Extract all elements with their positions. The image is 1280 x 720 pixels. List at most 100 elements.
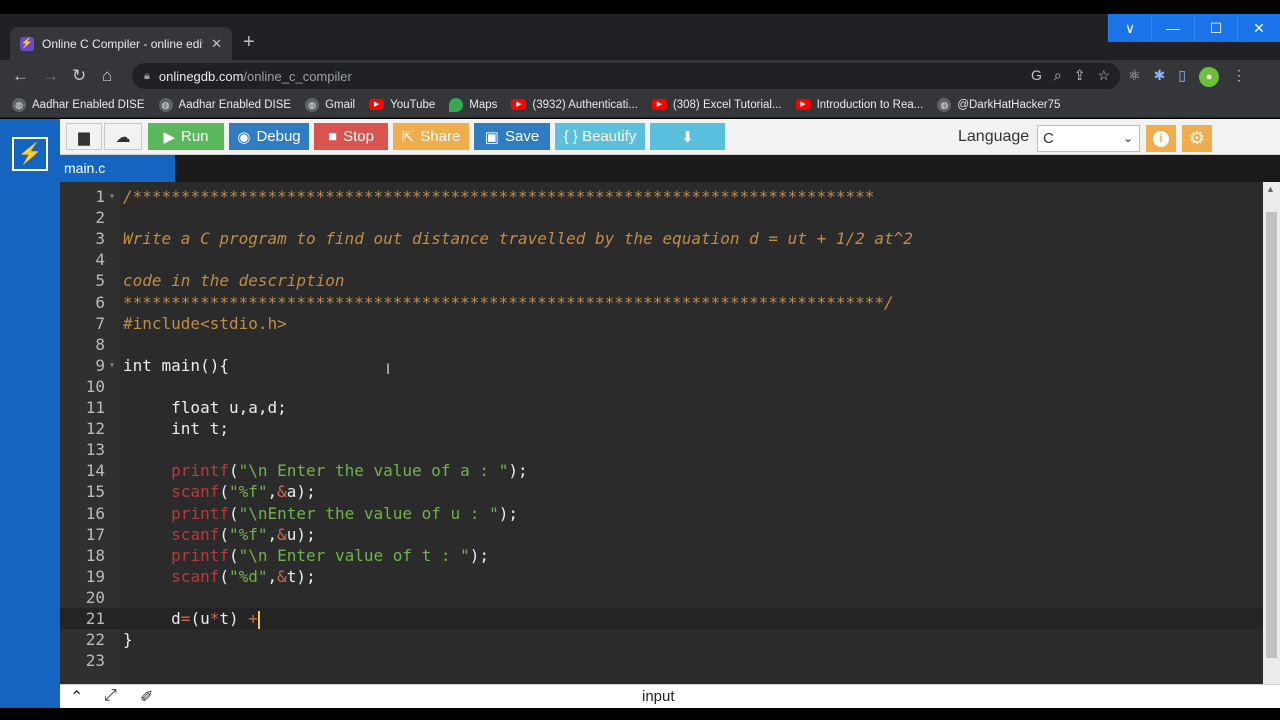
code-line[interactable]: 20 xyxy=(60,587,1263,608)
bookmark-item[interactable]: Maps xyxy=(449,97,497,112)
onlinegdb-app: ⚡ ▆ ☁ ▶ Run ◉ Debug ■ Stop ⇱ Share ▣ Sav… xyxy=(0,119,1280,720)
code-line[interactable]: 1 ▾ /*************************************… xyxy=(60,186,1263,207)
youtube-icon: ▶ xyxy=(651,99,667,110)
settings-button[interactable]: ⚙ xyxy=(1182,125,1212,152)
code-line[interactable]: 18 printf("\n Enter value of t : "); xyxy=(60,545,1263,566)
code-line[interactable]: 17 scanf("%f",&u); xyxy=(60,524,1263,545)
code-line[interactable]: 3 Write a C program to find out distance … xyxy=(60,228,1263,249)
bookmark-label: (308) Excel Tutorial... xyxy=(672,98,782,111)
download-button[interactable]: ⬇ xyxy=(650,123,725,150)
new-file-button[interactable]: ▆ xyxy=(66,123,102,150)
extensions-puzzle-icon[interactable]: ✱ xyxy=(1154,67,1166,87)
home-icon[interactable]: ⌂ xyxy=(102,66,112,86)
code-line[interactable]: 22} xyxy=(60,629,1263,650)
code-text: } xyxy=(123,630,133,650)
save-button[interactable]: ▣ Save xyxy=(474,123,550,150)
bookmark-item[interactable]: ◍ Gmail xyxy=(305,97,355,112)
close-tab-icon[interactable]: ✕ xyxy=(211,36,222,52)
code-line[interactable]: 9 ▾ int main(){ xyxy=(60,355,1263,376)
line-number: 2 xyxy=(95,208,105,228)
bookmark-label: Aadhar Enabled DISE xyxy=(178,98,292,111)
code-line[interactable]: 16 printf("\nEnter the value of u : "); xyxy=(60,503,1263,524)
code-line[interactable]: 12 int t; xyxy=(60,418,1263,439)
code-line[interactable]: 23 xyxy=(60,650,1263,671)
fold-marker-icon[interactable]: ▾ xyxy=(109,355,115,376)
google-lens-icon[interactable]: G xyxy=(1031,67,1042,84)
left-sidebar: ⚡ xyxy=(0,119,60,720)
code-line[interactable]: 21 d=(u*t) + xyxy=(60,608,1263,629)
address-bar[interactable]: 🔒︎ onlinegdb.com /online_c_compiler G ⌕ … xyxy=(132,63,1120,89)
line-number: 8 xyxy=(95,334,105,354)
bookmark-item[interactable]: ▶ YouTube xyxy=(369,99,435,111)
beautify-button[interactable]: { } Beautify xyxy=(555,123,645,150)
react-devtools-icon[interactable]: ⚛ xyxy=(1128,67,1141,87)
line-number: 16 xyxy=(85,503,105,523)
code-line[interactable]: 4 xyxy=(60,249,1263,270)
language-select[interactable]: C ⌄ xyxy=(1037,125,1140,152)
file-tab-main-c[interactable]: main.c xyxy=(60,155,175,182)
globe-icon: ◍ xyxy=(158,97,173,112)
expand-icon[interactable]: ⤢ xyxy=(104,687,117,705)
clear-console-icon[interactable]: ✐ xyxy=(140,687,153,707)
youtube-icon: ▶ xyxy=(795,99,811,110)
onlinegdb-logo-icon[interactable]: ⚡ xyxy=(12,137,48,171)
code-line[interactable]: 8 xyxy=(60,334,1263,355)
reload-icon[interactable]: ↻ xyxy=(72,66,86,86)
bookmark-label: (3932) Authenticati... xyxy=(532,98,638,111)
line-number: 22 xyxy=(85,630,105,650)
share-button[interactable]: ⇱ Share xyxy=(393,123,469,150)
code-line[interactable]: 7 #include<stdio.h> xyxy=(60,313,1263,334)
minimize-button[interactable]: — xyxy=(1151,14,1194,42)
zoom-icon[interactable]: ⌕ xyxy=(1054,67,1062,84)
file-tabs: main.c xyxy=(60,155,1280,182)
code-editor[interactable]: I 1 ▾/***********************************… xyxy=(60,182,1263,684)
close-window-button[interactable]: ✕ xyxy=(1237,14,1280,42)
code-text: #include<stdio.h> xyxy=(123,313,287,333)
back-arrow-icon[interactable]: ← xyxy=(12,66,29,86)
bookmark-item[interactable]: ◍ Aadhar Enabled DISE xyxy=(12,97,145,112)
code-line[interactable]: 2 xyxy=(60,207,1263,228)
code-text: float u,a,d; xyxy=(123,398,287,417)
profile-avatar[interactable]: ● xyxy=(1199,67,1220,87)
code-line[interactable]: 11 float u,a,d; xyxy=(60,397,1263,418)
browser-tab[interactable]: ⚡ Online C Compiler - online editor ✕ xyxy=(10,27,232,60)
share-page-icon[interactable]: ⇪ xyxy=(1074,67,1086,84)
debug-button[interactable]: ◉ Debug xyxy=(229,123,309,150)
editor-scrollbar[interactable]: ▲ xyxy=(1263,182,1280,684)
scrollbar-thumb[interactable] xyxy=(1266,212,1277,658)
bookmark-item[interactable]: ▶ (3932) Authenticati... xyxy=(511,98,638,111)
maps-icon xyxy=(449,97,464,112)
line-number: 23 xyxy=(85,651,105,671)
video-bottom-border xyxy=(0,708,1280,720)
url-host: onlinegdb.com xyxy=(158,68,244,84)
stop-label: Stop xyxy=(343,128,374,145)
fold-marker-icon[interactable]: ▾ xyxy=(109,186,115,207)
scroll-up-arrow-icon[interactable]: ▲ xyxy=(1266,184,1275,194)
code-text: int t; xyxy=(123,419,229,439)
code-line[interactable]: 13 xyxy=(60,439,1263,460)
chevron-up-icon[interactable]: ⌃ xyxy=(70,687,83,707)
bookmark-item[interactable]: ◍ @DarkHatHacker75 xyxy=(937,97,1060,112)
info-button[interactable]: i xyxy=(1146,125,1176,152)
bookmark-star-icon[interactable]: ☆ xyxy=(1097,67,1110,84)
upload-button[interactable]: ☁ xyxy=(104,123,142,150)
upload-cloud-icon: ☁ xyxy=(115,128,131,146)
code-line[interactable]: 10 xyxy=(60,376,1263,397)
code-line[interactable]: 15 scanf("%f",&a); xyxy=(60,481,1263,502)
side-panel-icon[interactable]: ▯ xyxy=(1178,67,1186,87)
stop-button[interactable]: ■ Stop xyxy=(314,123,388,150)
run-button[interactable]: ▶ Run xyxy=(148,123,224,150)
bookmark-item[interactable]: ▶ Introduction to Rea... xyxy=(795,99,923,111)
bookmark-item[interactable]: ▶ (308) Excel Tutorial... xyxy=(651,98,782,111)
bookmark-item[interactable]: ◍ Aadhar Enabled DISE xyxy=(158,97,292,112)
code-line[interactable]: 5 code in the description xyxy=(60,270,1263,291)
lock-icon: 🔒︎ xyxy=(144,69,150,82)
forward-arrow-icon[interactable]: → xyxy=(42,66,59,86)
code-line[interactable]: 6 ***************************************… xyxy=(60,292,1263,313)
tab-search-button[interactable]: ∨ xyxy=(1108,14,1151,42)
chrome-menu-icon[interactable]: ⋮ xyxy=(1232,67,1246,87)
new-tab-button[interactable]: + xyxy=(243,32,255,52)
code-line[interactable]: 14 printf("\n Enter the value of a : "); xyxy=(60,460,1263,481)
code-line[interactable]: 19 scanf("%d",&t); xyxy=(60,566,1263,587)
maximize-button[interactable]: ☐ xyxy=(1194,14,1237,42)
